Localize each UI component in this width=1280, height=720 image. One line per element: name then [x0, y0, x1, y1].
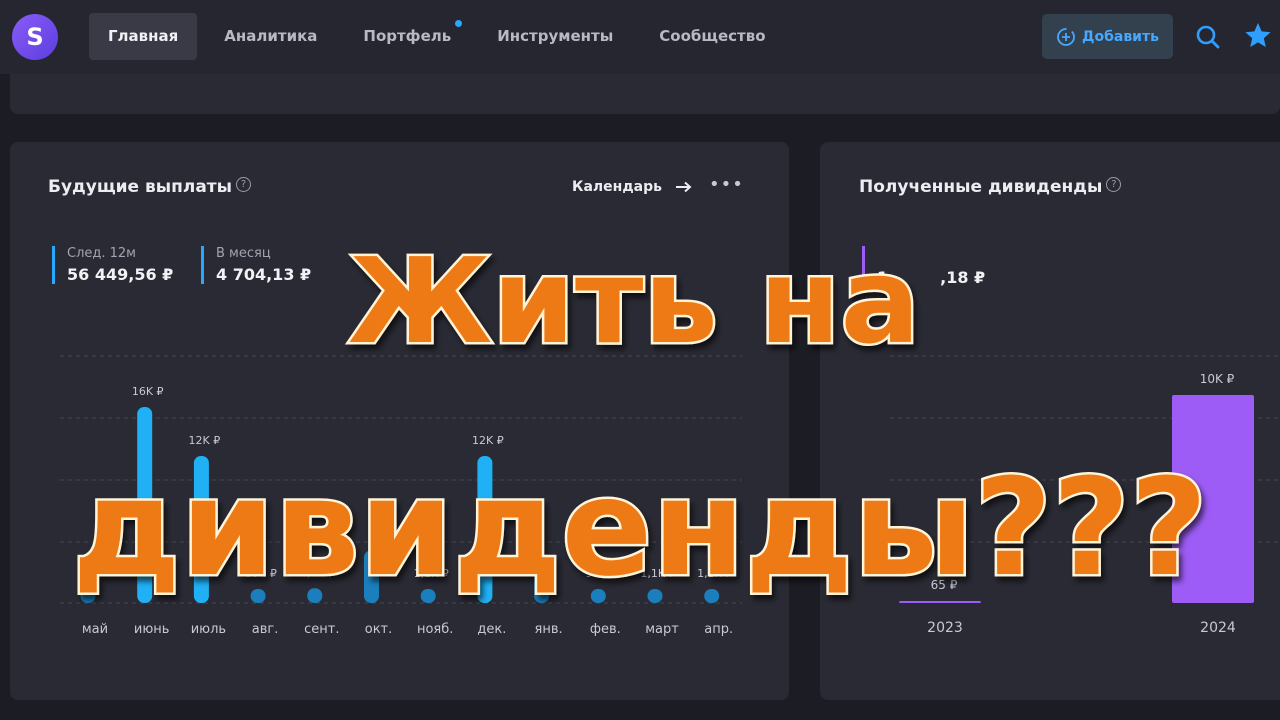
- dividends-charts: 1, май 16K ₽ июнь 12K ₽ июль 974 ₽ авг. 1,2K ₽ се…: [60, 355, 1280, 637]
- x-tick-label: 2024: [1200, 620, 1236, 636]
- bar: [534, 555, 550, 603]
- data-label: 1,: [86, 567, 97, 580]
- x-tick-label: июнь: [134, 622, 170, 637]
- bar: [364, 550, 379, 603]
- x-tick-label: май: [82, 622, 108, 637]
- bar: [899, 601, 981, 603]
- x-tick-label: март: [645, 622, 679, 637]
- x-tick-label: окт.: [365, 622, 393, 637]
- data-label: 974 ₽: [586, 567, 618, 580]
- data-label: 1,1K ₽: [697, 567, 732, 580]
- x-tick-label: июль: [191, 622, 226, 637]
- data-label: 16K ₽: [132, 385, 164, 398]
- x-tick-label: янв.: [535, 622, 563, 637]
- bar: [1172, 395, 1254, 603]
- data-label: 65 ₽: [931, 578, 958, 592]
- data-label: 10K ₽: [1200, 372, 1235, 386]
- bar: [477, 456, 493, 603]
- data-label: 1,1K ₽: [640, 567, 675, 580]
- bar: [647, 589, 663, 603]
- x-tick-label: сент.: [304, 622, 339, 637]
- x-tick-label: апр.: [704, 622, 733, 637]
- data-label: 12K ₽: [189, 434, 221, 447]
- data-label: 1,2K ₽: [300, 566, 335, 579]
- x-tick-label: дек.: [477, 622, 506, 637]
- data-label: 974 ₽: [245, 567, 277, 580]
- bar: [193, 456, 209, 603]
- x-tick-label: фев.: [590, 622, 621, 637]
- data-label: 1,1K ₽: [414, 567, 449, 580]
- x-tick-label: 2023: [927, 620, 963, 636]
- bar: [590, 589, 606, 603]
- bar: [250, 589, 266, 603]
- x-tick-label: авг.: [252, 622, 279, 637]
- bar: [137, 407, 153, 603]
- bar: [307, 588, 323, 603]
- bar: [420, 589, 436, 603]
- data-label: 12K ₽: [472, 434, 504, 447]
- x-tick-label: нояб.: [417, 622, 453, 637]
- bar: [80, 589, 96, 603]
- bar: [704, 589, 720, 603]
